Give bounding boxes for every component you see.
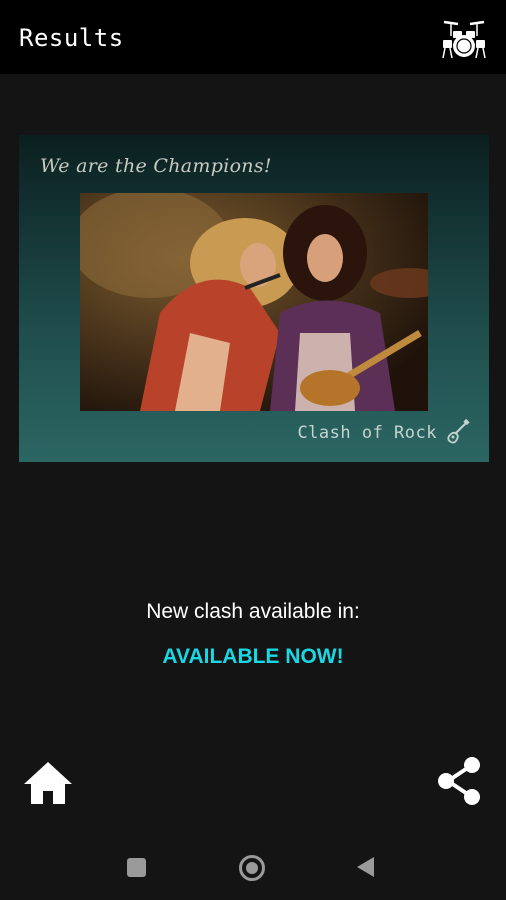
share-icon[interactable] [434, 754, 486, 808]
availability-status: AVAILABLE NOW! [162, 645, 344, 668]
result-card: We are the Champions! Clash of Rock [19, 135, 489, 462]
system-nav-bar [0, 836, 506, 900]
recents-icon[interactable] [127, 858, 146, 877]
nav-home-icon[interactable] [239, 855, 265, 881]
card-headline: We are the Champions! [40, 155, 272, 177]
app-bar: Results [0, 0, 506, 74]
app-name-label: Clash of Rock [297, 423, 437, 443]
band-photo [80, 193, 428, 411]
page-title: Results [19, 24, 124, 52]
next-clash-label: New clash available in: [146, 600, 360, 623]
drum-kit-icon[interactable] [440, 14, 488, 62]
card-footer: Clash of Rock [297, 418, 471, 448]
home-icon[interactable] [22, 758, 74, 808]
back-icon[interactable] [357, 857, 374, 877]
guitar-icon [445, 418, 471, 448]
